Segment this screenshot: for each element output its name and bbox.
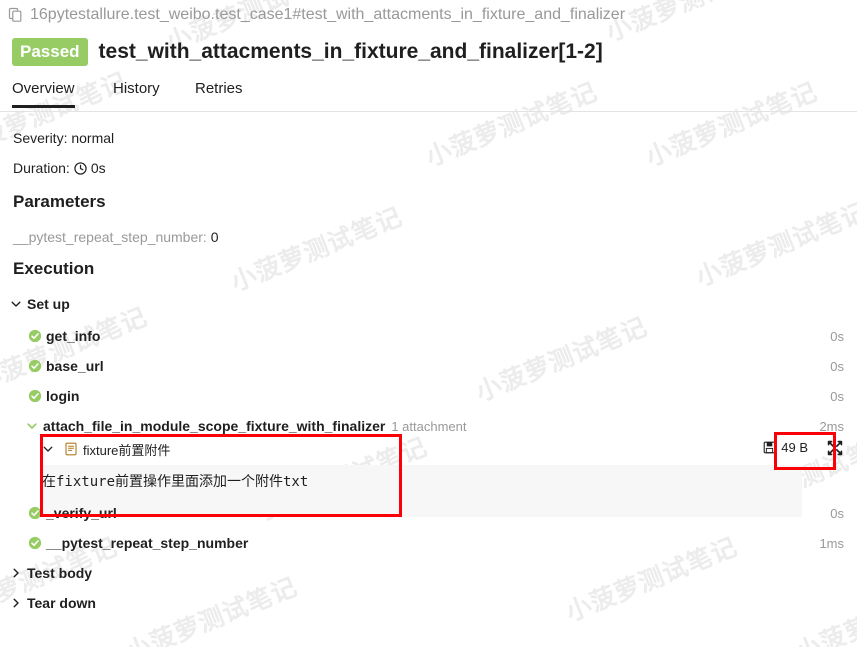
page-title: test_with_attacments_in_fixture_and_fina… [98, 40, 603, 63]
exec-node-set-up[interactable]: Set up [0, 289, 857, 319]
exec-node-duration: 0s [830, 358, 844, 374]
tab-overview[interactable]: Overview [12, 80, 75, 108]
exec-node-verify-url[interactable]: _verify_url 0s [0, 498, 857, 528]
execution-heading: Execution [13, 259, 95, 278]
chevron-right-icon [13, 568, 19, 578]
status-passed-icon [28, 359, 42, 373]
chevron-down-icon [11, 301, 21, 307]
exec-node-get-info[interactable]: get_info 0s [0, 321, 857, 351]
tab-retries[interactable]: Retries [195, 80, 243, 105]
parameter-key: __pytest_repeat_step_number: [13, 229, 207, 245]
parameter-value: 0 [210, 229, 219, 245]
tab-history[interactable]: History [113, 80, 160, 105]
exec-node-login[interactable]: login 0s [0, 381, 857, 411]
document-icon [65, 442, 77, 456]
status-passed-icon [28, 506, 42, 520]
attachment-size-label: 49 B [781, 440, 808, 455]
exec-node-pytest-repeat-step-number[interactable]: __pytest_repeat_step_number 1ms [0, 528, 857, 558]
breadcrumb[interactable]: 16pytestallure.test_weibo.test_case1#tes… [8, 6, 625, 24]
attachment-size[interactable]: 49 B [763, 440, 808, 455]
parameters-heading: Parameters [13, 192, 106, 211]
copy-icon[interactable] [8, 7, 24, 23]
exec-node-duration: 0s [830, 505, 844, 521]
exec-node-duration: 0s [830, 388, 844, 404]
exec-node-label: base_url [46, 358, 104, 374]
title-row: Passed test_with_attacments_in_fixture_a… [12, 38, 603, 66]
floppy-disk-icon [763, 441, 776, 454]
exec-node-label: Test body [27, 565, 93, 581]
attachment-content: 在fixture前置操作里面添加一个附件txt [42, 474, 309, 490]
duration-value: 0s [90, 160, 106, 176]
attachment-name: fixture前置附件 [83, 442, 171, 458]
attachment-count: 1 attachment [391, 418, 467, 434]
test-result-page: 16pytestallure.test_weibo.test_case1#tes… [0, 0, 857, 647]
expand-fullscreen-icon[interactable] [827, 440, 843, 456]
severity-row: Severity: normal [13, 130, 114, 146]
chevron-down-icon [43, 446, 53, 452]
severity-value: normal [71, 130, 115, 146]
exec-node-label: __pytest_repeat_step_number [46, 535, 249, 551]
exec-node-label: attach_file_in_module_scope_fixture_with… [43, 418, 386, 434]
exec-node-label: get_info [46, 328, 101, 344]
exec-node-tear-down[interactable]: Tear down [0, 588, 857, 618]
exec-node-duration: 2ms [819, 418, 844, 434]
exec-node-test-body[interactable]: Test body [0, 558, 857, 588]
chevron-down-icon [27, 423, 37, 429]
status-passed-icon [28, 329, 42, 343]
exec-node-label: _verify_url [46, 505, 117, 521]
exec-node-label: Set up [27, 296, 70, 312]
test-full-name: 16pytestallure.test_weibo.test_case1#tes… [30, 6, 626, 23]
exec-node-label: Tear down [27, 595, 96, 611]
exec-node-duration: 0s [830, 328, 844, 344]
duration-row: Duration: 0s [13, 160, 106, 176]
attachment-header[interactable]: fixture前置附件 [42, 437, 802, 461]
status-badge: Passed [12, 38, 88, 66]
parameter-row: __pytest_repeat_step_number: 0 [13, 229, 219, 245]
tab-bar: Overview History Retries [0, 80, 857, 112]
exec-node-duration: 1ms [819, 535, 844, 551]
status-passed-icon [28, 536, 42, 550]
severity-label: Severity: [13, 130, 68, 146]
exec-node-base-url[interactable]: base_url 0s [0, 351, 857, 381]
duration-label: Duration: [13, 160, 70, 176]
status-passed-icon [28, 389, 42, 403]
exec-node-label: login [46, 388, 80, 404]
chevron-right-icon [13, 598, 19, 608]
clock-icon [74, 161, 87, 175]
